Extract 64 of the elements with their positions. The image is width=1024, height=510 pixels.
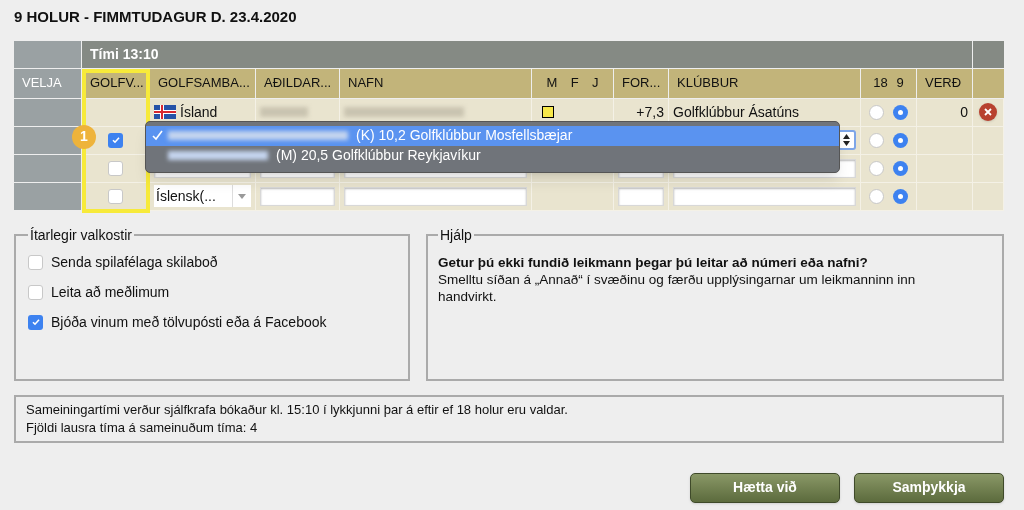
column-header: AÐILDAR...	[256, 68, 340, 99]
action-button[interactable]: Hætta við	[690, 472, 840, 503]
column-header: VELJA	[14, 68, 82, 99]
checkbox[interactable]	[108, 188, 123, 204]
option-label: Leita að meðlimum	[51, 282, 170, 302]
column-header: VERÐ	[917, 68, 973, 99]
checkmark-icon	[110, 135, 121, 145]
info-text: Fjöldi lausra tíma á sameinuðum tíma: 4	[26, 418, 259, 437]
header-cell	[14, 40, 82, 69]
group-header: Tími 13:10	[82, 40, 973, 69]
checkbox[interactable]	[108, 132, 123, 148]
radio-button[interactable]	[869, 132, 885, 148]
action-button[interactable]: Samþykkja	[854, 472, 1004, 503]
option-text: (M) 20,5 Golfklúbbur Reykjavíkur	[275, 146, 481, 165]
checkbox[interactable]	[108, 160, 123, 176]
option-label: Senda spilafélaga skilaboð	[51, 252, 218, 272]
radio-button[interactable]	[892, 188, 908, 204]
column-header: J	[591, 74, 599, 93]
column-header: F	[570, 74, 579, 93]
radio-button[interactable]	[869, 188, 885, 204]
spinner-icon	[843, 134, 850, 146]
input-field[interactable]	[260, 186, 335, 206]
column-header: 9	[896, 74, 904, 93]
checkbox[interactable]	[28, 284, 43, 300]
country-select[interactable]: Íslensk(...	[154, 185, 251, 207]
info-text: Sameiningartími verður sjálfkrafa bókaður kl. 15:10 í lykkjunni þar á eftir ef 18 holur eru valdar.	[26, 400, 569, 419]
remove-icon[interactable]	[979, 103, 997, 121]
option-label: Bjóða vinum með tölvupósti eða á Facebook	[51, 312, 327, 332]
table-cell	[973, 182, 1004, 211]
panel-legend: Hjálp	[438, 224, 474, 246]
radio-button[interactable]	[892, 132, 908, 148]
table-cell	[973, 154, 1004, 183]
checkmark-icon	[152, 130, 163, 141]
column-header: NAFN	[340, 68, 532, 99]
column-header: 18	[873, 74, 888, 93]
row-header-cell	[14, 98, 82, 127]
checkmark-icon	[30, 317, 41, 327]
checkbox[interactable]	[28, 254, 43, 270]
header-cell	[973, 40, 1004, 69]
column-header: FOR...	[614, 68, 669, 99]
dropdown-option[interactable]: (M) 20,5 Golfklúbbur Reykjavíkur	[146, 145, 839, 166]
radio-button[interactable]	[869, 104, 885, 120]
help-text: Getur þú ekki fundið leikmann þegar þú leitar að númeri eða nafni? Smelltu síðan á „Annað“ í svæðinu og færðu upplýsingarnar um leikmanninn inn handvirkt.	[438, 253, 917, 305]
page-title: 9 HOLUR - FIMMTUDAGUR D. 23.4.2020	[14, 7, 298, 27]
input-field[interactable]	[618, 186, 664, 206]
flag-icon	[154, 105, 176, 119]
country-text: Ísland	[180, 102, 218, 122]
dropdown-option[interactable]: (K) 10,2 Golfklúbbur Mosfellsbæjar	[146, 125, 839, 146]
radio-button[interactable]	[869, 160, 885, 176]
radio-button[interactable]	[892, 160, 908, 176]
table-cell: 0	[917, 98, 973, 127]
option-text: (K) 10,2 Golfklúbbur Mosfellsbæjar	[355, 126, 573, 145]
input-field[interactable]	[344, 186, 527, 206]
radio-button[interactable]	[892, 104, 908, 120]
column-header: GOLFSAMBA...	[150, 68, 256, 99]
row-header-cell	[14, 182, 82, 211]
checkbox[interactable]	[28, 314, 43, 330]
caret-icon	[238, 193, 246, 199]
column-header: KLÚBBUR	[669, 68, 861, 99]
panel-legend: Ítarlegir valkostir	[28, 224, 134, 246]
row-header-cell	[14, 154, 82, 183]
blurred-text	[260, 107, 308, 117]
column-header: M	[546, 74, 558, 93]
input-field[interactable]	[673, 186, 856, 206]
